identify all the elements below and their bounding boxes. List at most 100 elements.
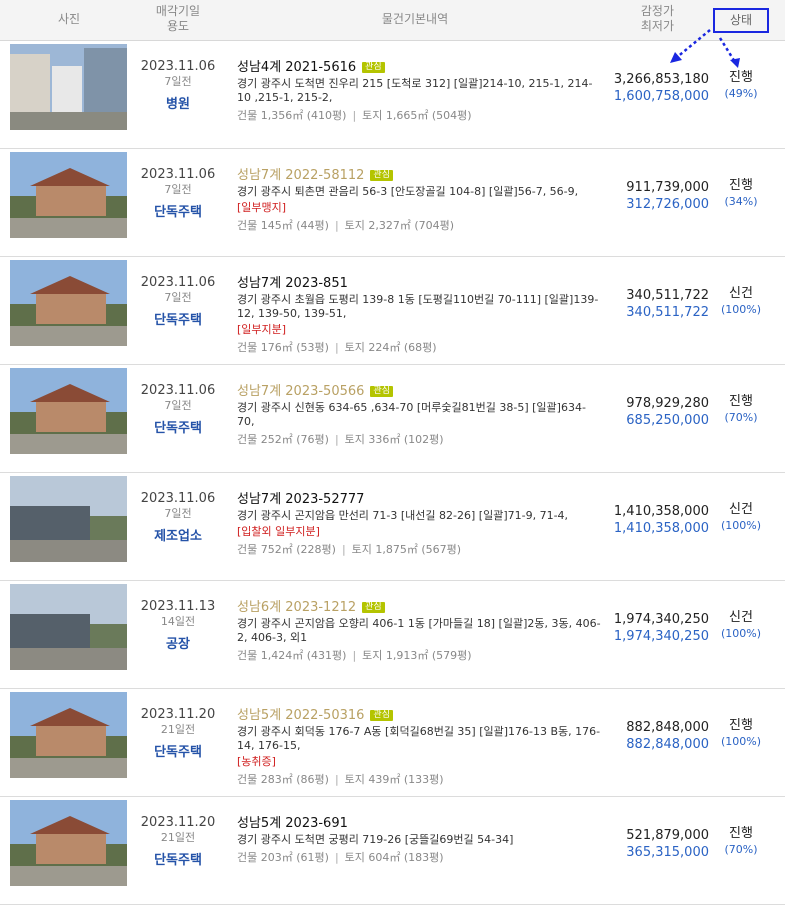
header-minimum: 최저가 — [640, 19, 674, 33]
property-use: 공장 — [166, 637, 190, 652]
area-info: 건물 1,356㎡ (410평) | 토지 1,665㎡ (504평) — [237, 109, 602, 123]
status-text: 진행 — [729, 718, 753, 733]
area-separator: | — [341, 543, 346, 556]
sale-date: 2023.11.20 — [140, 815, 216, 830]
interest-badge[interactable]: 관심 — [370, 710, 393, 721]
case-number-link[interactable]: 성남6계 2023-1212 — [237, 600, 356, 615]
list-item[interactable]: 2023.11.20 21일전 단독주택 성남5계 2022-50316 관심 경기 광주… — [0, 689, 785, 797]
case-line: 성남7계 2022-58112 관심 — [237, 164, 602, 184]
minimum-price: 1,974,340,250 — [613, 629, 709, 644]
price-cell: 978,929,280 685,250,000 — [600, 395, 709, 429]
price-cell: 3,266,853,180 1,600,758,000 — [600, 71, 709, 105]
factory-photo[interactable] — [10, 584, 127, 670]
list-item[interactable]: 2023.11.06 7일전 병원 성남4계 2021-5616 관심 경기 광주시 도척… — [0, 41, 785, 149]
land-area: 토지 2,327㎡ (704평) — [344, 219, 455, 232]
days-ago: 7일전 — [164, 183, 192, 196]
interest-badge[interactable]: 관심 — [362, 602, 385, 613]
house-photo[interactable] — [10, 800, 127, 886]
special-condition: [일부맹지] — [237, 201, 287, 214]
case-number-link[interactable]: 성남7계 2023-52777 — [237, 492, 364, 507]
address: 경기 광주시 곤지암읍 오향리 406-1 1동 [가마들길 18] [일괄]2… — [237, 617, 601, 644]
building-photo[interactable] — [10, 44, 127, 130]
case-line: 성남7계 2023-851 — [237, 272, 602, 292]
area-separator: | — [334, 851, 339, 864]
sale-date: 2023.11.13 — [140, 599, 216, 614]
table-header: 사진 매각기일 용도 물건기본내역 감정가 최저가 상태 — [0, 0, 785, 41]
property-basic-cell: 성남6계 2023-1212 관심경기 광주시 곤지암읍 오향리 406-1 1동… — [237, 596, 602, 663]
status-cell: 진행 (100%) — [713, 717, 769, 749]
area-info: 건물 145㎡ (44평) | 토지 2,327㎡ (704평) — [237, 219, 602, 233]
area-separator: | — [334, 773, 339, 786]
case-number-link[interactable]: 성남7계 2023-851 — [237, 276, 348, 291]
house-photo[interactable] — [10, 368, 127, 454]
price-cell: 1,974,340,250 1,974,340,250 — [600, 611, 709, 645]
appraisal-price: 3,266,853,180 — [613, 72, 709, 87]
status-percent: (34%) — [724, 195, 758, 208]
land-area: 토지 224㎡ (68평) — [344, 341, 437, 354]
appraisal-price: 911,739,000 — [626, 180, 709, 195]
list-item[interactable]: 2023.11.06 7일전 단독주택 성남7계 2023-50566 관심 경기 광주시… — [0, 365, 785, 473]
header-use: 용도 — [166, 19, 190, 33]
special-condition: [일부지분] — [237, 323, 287, 336]
sale-date-cell: 2023.11.20 21일전 단독주택 — [128, 707, 228, 761]
price-cell: 521,879,000 365,315,000 — [600, 827, 709, 861]
days-ago: 21일전 — [160, 723, 196, 736]
case-line: 성남6계 2023-1212 관심 — [237, 596, 602, 616]
case-number-link[interactable]: 성남5계 2023-691 — [237, 816, 348, 831]
area-separator: | — [352, 109, 357, 122]
list-item[interactable]: 2023.11.06 7일전 단독주택 성남7계 2023-851 경기 광주시 초월읍… — [0, 257, 785, 365]
property-use: 단독주택 — [154, 313, 202, 328]
property-use: 병원 — [166, 97, 190, 112]
house-photo[interactable] — [10, 692, 127, 778]
area-info: 건물 203㎡ (61평) | 토지 604㎡ (183평) — [237, 851, 602, 865]
case-number-link[interactable]: 성남7계 2023-50566 — [237, 384, 364, 399]
status-text: 신건 — [729, 502, 753, 517]
list-item[interactable]: 2023.11.13 14일전 공장 성남6계 2023-1212 관심경기 광주시 곤… — [0, 581, 785, 689]
interest-badge[interactable]: 관심 — [370, 170, 393, 181]
sale-date-cell: 2023.11.20 21일전 단독주택 — [128, 815, 228, 869]
house-photo[interactable] — [10, 260, 127, 346]
address: 경기 광주시 초월읍 도평리 139-8 1동 [도평길110번길 70-111… — [237, 293, 599, 320]
property-basic-cell: 성남7계 2022-58112 관심경기 광주시 퇴촌면 관음리 56-3 [안도… — [237, 164, 602, 233]
sale-date-cell: 2023.11.13 14일전 공장 — [128, 599, 228, 653]
area-info: 건물 252㎡ (76평) | 토지 336㎡ (102평) — [237, 433, 602, 447]
case-number-link[interactable]: 성남7계 2022-58112 — [237, 168, 364, 183]
status-percent: (100%) — [720, 303, 762, 316]
header-basic: 물건기본내역 — [381, 12, 449, 26]
price-cell: 340,511,722 340,511,722 — [600, 287, 709, 321]
property-use: 제조업소 — [154, 529, 202, 544]
house-photo[interactable] — [10, 152, 127, 238]
interest-badge[interactable]: 관심 — [370, 386, 393, 397]
address: 경기 광주시 곤지암읍 만선리 71-3 [내선길 82-26] [일괄]71-… — [237, 509, 569, 522]
sale-date: 2023.11.06 — [140, 383, 216, 398]
list-item[interactable]: 2023.11.06 7일전 단독주택 성남7계 2022-58112 관심 경기 광주시… — [0, 149, 785, 257]
property-use: 단독주택 — [154, 853, 202, 868]
area-info: 건물 283㎡ (86평) | 토지 439㎡ (133평) — [237, 773, 602, 787]
minimum-price: 340,511,722 — [626, 305, 709, 320]
minimum-price: 312,726,000 — [626, 197, 709, 212]
area-separator: | — [334, 341, 339, 354]
sale-date: 2023.11.20 — [140, 707, 216, 722]
list-item[interactable]: 2023.11.20 21일전 단독주택 성남5계 2023-691 경기 광주시 도척… — [0, 797, 785, 905]
status-percent: (49%) — [724, 87, 758, 100]
land-area: 토지 604㎡ (183평) — [344, 851, 444, 864]
days-ago: 7일전 — [164, 399, 192, 412]
case-number-link[interactable]: 성남5계 2022-50316 — [237, 708, 364, 723]
price-cell: 911,739,000 312,726,000 — [600, 179, 709, 213]
auction-list: 2023.11.06 7일전 병원 성남4계 2021-5616 관심 경기 광주시 도척… — [0, 41, 785, 905]
factory-photo[interactable] — [10, 476, 127, 562]
days-ago: 7일전 — [164, 507, 192, 520]
status-cell: 신건 (100%) — [713, 609, 769, 641]
status-percent: (70%) — [724, 411, 758, 424]
interest-badge[interactable]: 관심 — [362, 62, 385, 73]
list-item[interactable]: 2023.11.06 7일전 제조업소 성남7계 2023-52777 경기 광주시 곤… — [0, 473, 785, 581]
status-text: 진행 — [729, 178, 753, 193]
building-area: 건물 252㎡ (76평) — [237, 433, 329, 446]
header-date: 매각기일 — [155, 4, 201, 18]
status-percent: (100%) — [720, 735, 762, 748]
special-condition: [입찰외 일부지분] — [237, 525, 320, 538]
case-line: 성남4계 2021-5616 관심 — [237, 56, 602, 76]
address: 경기 광주시 퇴촌면 관음리 56-3 [안도장골길 104-8] [일괄]56… — [237, 185, 579, 198]
case-number-link[interactable]: 성남4계 2021-5616 — [237, 60, 356, 75]
property-use: 단독주택 — [154, 421, 202, 436]
